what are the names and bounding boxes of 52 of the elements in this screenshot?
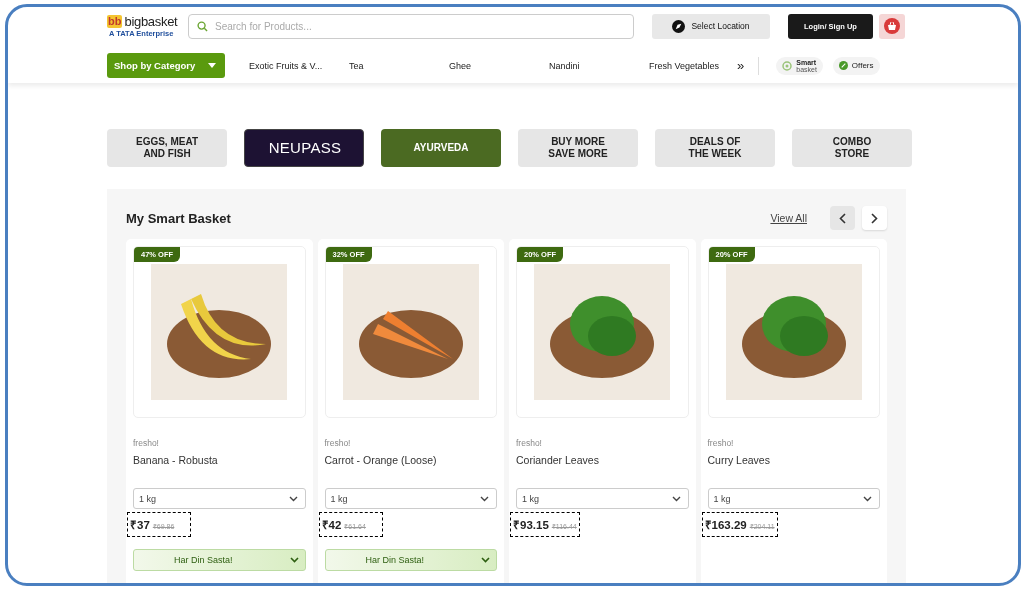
product-name[interactable]: Carrot - Orange (Loose) (324, 454, 497, 488)
brand-label: fresho! (516, 438, 543, 448)
basket-button[interactable] (879, 13, 905, 39)
brand-label: fresho! (324, 438, 352, 448)
more-button[interactable]: » (737, 58, 745, 73)
location-icon (672, 19, 686, 33)
category-tile[interactable]: EGGS, MEAT AND FISH (107, 129, 227, 167)
nav-link[interactable]: Fresh Vegetables (649, 60, 735, 71)
chevron-down-icon (481, 557, 490, 563)
view-all-link[interactable]: View All (770, 212, 807, 224)
sale-price: ₹42 (321, 518, 342, 532)
previous-button[interactable] (830, 206, 855, 230)
pack-size-dropdown[interactable]: 1 kg (516, 488, 689, 509)
category-tile[interactable]: NEUPASS (244, 129, 364, 167)
nav-link[interactable]: Nandini (549, 60, 649, 71)
offer-dropdown[interactable]: Har Din Sasta! (324, 549, 497, 571)
chevron-left-icon (839, 212, 846, 224)
category-tile[interactable]: DEALS OF THE WEEK (655, 129, 775, 167)
category-tile[interactable]: COMBO STORE (792, 129, 912, 167)
chevron-down-icon (480, 495, 489, 502)
chevron-down-icon (289, 557, 299, 563)
product-name[interactable]: Curry Leaves (707, 454, 880, 488)
sale-price: ₹163.29 (704, 518, 747, 532)
offer-dropdown[interactable]: Har Din Sasta! (133, 549, 306, 571)
category-tile[interactable]: AYURVEDA (381, 129, 501, 167)
chevron-right-icon (871, 212, 878, 224)
category-tile[interactable]: BUY MORE SAVE MORE (518, 129, 638, 167)
chevron-down-icon (288, 495, 298, 502)
offers-button[interactable]: Offers (832, 56, 880, 75)
next-button[interactable] (862, 206, 887, 230)
nav-link[interactable]: Tea (349, 60, 449, 71)
pack-size-dropdown[interactable]: 1 kg (324, 488, 497, 509)
brand-label: fresho! (133, 438, 160, 448)
ring-icon (782, 60, 793, 71)
nav-link[interactable]: Exotic Fruits & V... (249, 60, 349, 71)
chevron-down-icon (863, 495, 872, 502)
search-field[interactable]: Search for Products... (188, 13, 634, 39)
product-name[interactable]: Coriander Leaves (516, 454, 689, 488)
nav-link[interactable]: Ghee (449, 60, 549, 71)
section-title: My Smart Basket (126, 210, 232, 226)
select-location-button[interactable]: Select Location (652, 13, 770, 39)
logo-text[interactable]: bigbasket (124, 14, 178, 29)
pack-size-dropdown[interactable]: 1 kg (707, 488, 880, 509)
sale-price: ₹93.15 (513, 518, 549, 532)
chevron-down-icon (671, 495, 681, 502)
caret-icon (208, 63, 216, 68)
pack-size-dropdown[interactable]: 1 kg (133, 488, 306, 509)
offer-icon (838, 61, 848, 70)
brand-label: fresho! (707, 438, 735, 448)
product-name[interactable]: Banana - Robusta (133, 454, 306, 488)
basket-icon (884, 18, 900, 34)
sale-price: ₹37 (130, 518, 150, 532)
